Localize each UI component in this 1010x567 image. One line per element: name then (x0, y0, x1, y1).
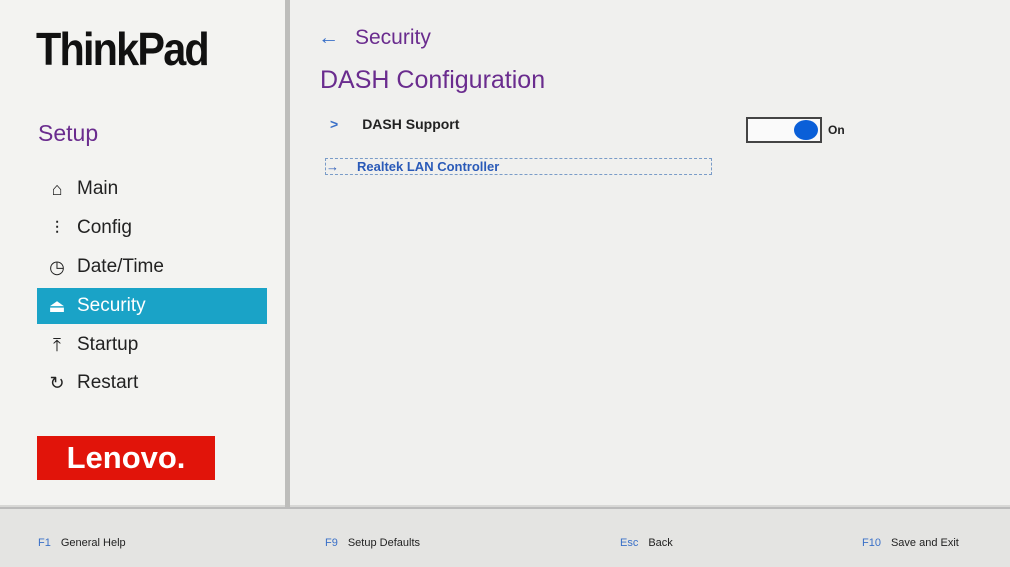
toggle-knob (794, 120, 818, 140)
key-label: Back (648, 537, 673, 549)
lenovo-logo: Lenovo. (37, 436, 215, 480)
breadcrumb: Security (355, 26, 431, 49)
footer: F1 General Help F9 Setup Defaults Esc Back … (0, 507, 1010, 567)
f1-help[interactable]: F1 General Help (38, 537, 126, 549)
page-title: DASH Configuration (320, 66, 546, 94)
main-panel: ← Security DASH Configuration > DASH Suppo… (290, 0, 1010, 505)
setting-label: DASH Support (362, 116, 460, 132)
sidebar-item-main[interactable]: ⌂ Main (37, 171, 267, 207)
setup-heading: Setup (38, 120, 99, 146)
toggle-state: On (828, 123, 845, 137)
sidebar-item-restart[interactable]: ↻ Restart (37, 365, 267, 401)
home-icon: ⌂ (51, 178, 63, 199)
thinkpad-logo: ThinkPad (36, 23, 210, 75)
f9-defaults[interactable]: F9 Setup Defaults (325, 537, 420, 549)
key: F1 (38, 537, 51, 549)
key-label: Save and Exit (890, 537, 959, 549)
setting-label: Realtek LAN Controller (357, 159, 500, 174)
sidebar-item-label: Main (77, 178, 119, 199)
arrow-right-icon: → (326, 159, 339, 174)
back-breadcrumb[interactable]: ← Security (318, 26, 431, 50)
key-label: Setup Defaults (347, 537, 420, 549)
sidebar-item-label: Date/Time (77, 256, 164, 277)
key: F9 (325, 537, 338, 549)
key: Esc (620, 537, 639, 549)
sidebar-item-label: Startup (77, 334, 139, 355)
realtek-lan-controller-link[interactable]: → Realtek LAN Controller (325, 158, 712, 175)
sidebar-item-label: Restart (77, 372, 139, 393)
sidebar-item-security[interactable]: ⏏ Security (37, 288, 267, 324)
sliders-icon: ⫶ (54, 217, 60, 238)
key-label: General Help (60, 537, 126, 549)
chevron-right-icon: > (330, 116, 339, 132)
sidebar-item-startup[interactable]: ⤒ Startup (37, 327, 267, 363)
dash-support-toggle[interactable] (746, 117, 822, 143)
sidebar-item-datetime[interactable]: ◷ Date/Time (37, 249, 267, 285)
restart-icon: ↻ (49, 372, 65, 393)
f10-save-exit[interactable]: F10 Save and Exit (862, 537, 959, 549)
sidebar-item-label: Config (77, 217, 132, 238)
key: F10 (862, 537, 881, 549)
dash-support-row[interactable]: > DASH Support (330, 116, 459, 132)
sidebar-item-label: Security (77, 295, 146, 316)
esc-back[interactable]: Esc Back (620, 537, 673, 549)
sidebar: ThinkPad Setup ⌂ Main ⫶ Config ◷ Date/Time … (0, 0, 285, 505)
back-arrow-icon: ← (318, 26, 339, 49)
lock-icon: ⏏ (48, 295, 66, 316)
sidebar-item-config[interactable]: ⫶ Config (37, 210, 267, 246)
clock-icon: ◷ (49, 256, 65, 277)
upload-icon: ⤒ (53, 334, 61, 355)
